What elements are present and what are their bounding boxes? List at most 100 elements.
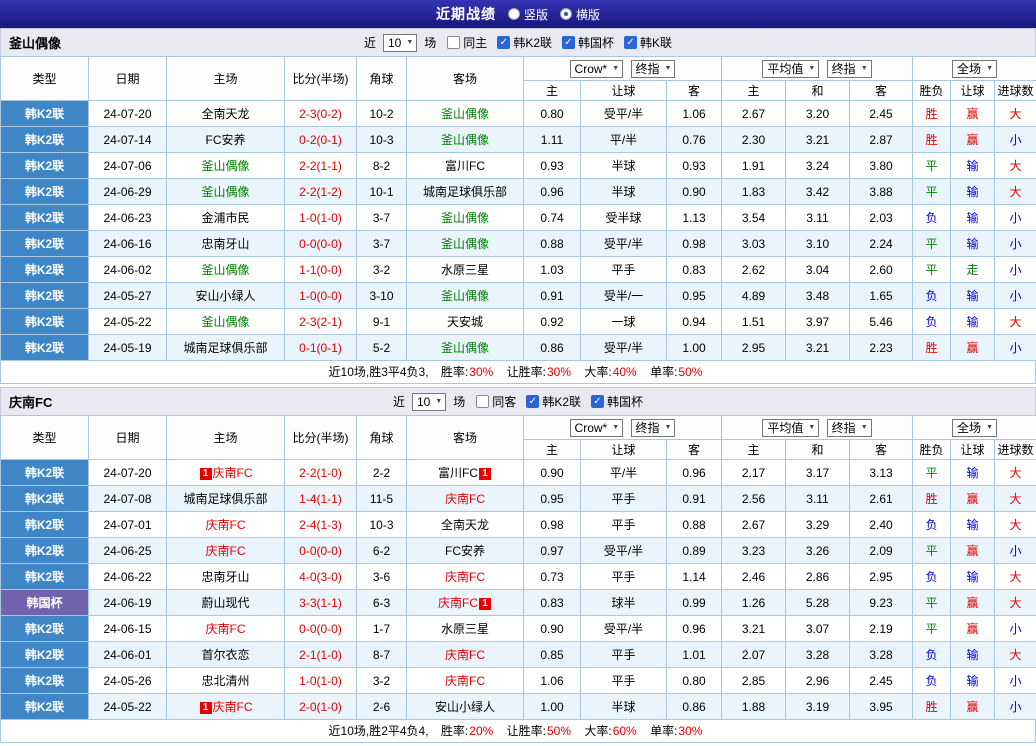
average-select[interactable]: 平均值▼ bbox=[762, 60, 819, 78]
result-cell: 胜 bbox=[913, 101, 951, 127]
avg-home-cell: 2.85 bbox=[722, 668, 786, 694]
red-card-badge: 1 bbox=[479, 598, 491, 610]
league-cell: 韩K2联 bbox=[1, 694, 89, 720]
checkbox-unchecked-icon[interactable] bbox=[447, 36, 460, 49]
average-select-value: 平均值 bbox=[767, 421, 803, 435]
filter-bar: 近 10▼ 场 同主✓韩K2联✓韩国杯✓韩K联 bbox=[364, 34, 672, 52]
col-header-score: 比分(半场) bbox=[285, 57, 357, 101]
avg-away-cell: 3.80 bbox=[850, 153, 913, 179]
match-row: 韩K2联24-07-06釜山偶像2-2(1-1)8-2富川FC0.93半球0.9… bbox=[1, 153, 1036, 179]
filter-checkbox-同客[interactable]: 同客 bbox=[476, 393, 516, 410]
red-card-badge: 1 bbox=[479, 468, 491, 480]
average-select-value: 平均值 bbox=[767, 62, 803, 76]
avg-away-cell: 2.03 bbox=[850, 205, 913, 231]
odds-home-cell: 0.86 bbox=[524, 335, 581, 361]
summary-stat-label: 让胜率: bbox=[507, 365, 546, 379]
filter-checkbox-label: 韩K2联 bbox=[542, 393, 581, 410]
filter-checkbox-韩国杯[interactable]: ✓韩国杯 bbox=[591, 393, 643, 410]
match-count-select[interactable]: 10▼ bbox=[412, 393, 446, 411]
radio-option-vertical[interactable]: 竖版 bbox=[508, 6, 548, 23]
radio-icon[interactable] bbox=[508, 8, 520, 20]
col-header-corner: 角球 bbox=[357, 416, 407, 460]
scope-select[interactable]: 全场▼ bbox=[952, 60, 997, 78]
filter-checkbox-韩国杯[interactable]: ✓韩国杯 bbox=[562, 34, 614, 51]
odds2-final-select[interactable]: 终指▼ bbox=[827, 60, 872, 78]
filter-checkbox-韩K2联[interactable]: ✓韩K2联 bbox=[497, 34, 552, 51]
away-team-name: 釜山偶像 bbox=[441, 133, 489, 147]
match-row: 韩K2联24-06-22忠南牙山4-0(3-0)3-6庆南FC0.73平手1.1… bbox=[1, 564, 1036, 590]
corner-cell: 3-7 bbox=[357, 231, 407, 257]
team-section-busan: 釜山偶像 近 10▼ 场 同主✓韩K2联✓韩国杯✓韩K联 类型 日期 主场 比分… bbox=[0, 28, 1036, 384]
checkbox-checked-icon[interactable]: ✓ bbox=[497, 36, 510, 49]
scope-select[interactable]: 全场▼ bbox=[952, 419, 997, 437]
odds-away-cell: 0.98 bbox=[667, 231, 722, 257]
avg-draw-cell: 3.26 bbox=[786, 538, 850, 564]
match-row: 韩K2联24-07-08城南足球俱乐部1-4(1-1)11-5庆南FC0.95平… bbox=[1, 486, 1036, 512]
score-cell: 2-2(1-0) bbox=[285, 460, 357, 486]
checkbox-checked-icon[interactable]: ✓ bbox=[624, 36, 637, 49]
away-team-cell: 釜山偶像 bbox=[407, 127, 524, 153]
bookmaker-select[interactable]: Crow*▼ bbox=[570, 60, 624, 78]
home-team-name: 金浦市民 bbox=[201, 211, 249, 225]
checkbox-unchecked-icon[interactable] bbox=[476, 395, 489, 408]
odds-handicap-cell: 平手 bbox=[581, 486, 667, 512]
corner-cell: 10-1 bbox=[357, 179, 407, 205]
odds-handicap-cell: 受平/半 bbox=[581, 538, 667, 564]
avg-draw-cell: 3.48 bbox=[786, 283, 850, 309]
home-team-name: 忠南牙山 bbox=[201, 570, 249, 584]
chevron-down-icon: ▼ bbox=[406, 36, 413, 50]
checkbox-checked-icon[interactable]: ✓ bbox=[591, 395, 604, 408]
odds1-final-select[interactable]: 终指▼ bbox=[631, 419, 676, 437]
col-header-away: 客场 bbox=[407, 57, 524, 101]
home-team-cell: 蔚山现代 bbox=[167, 590, 285, 616]
handicap-result-cell: 输 bbox=[951, 205, 995, 231]
checkbox-checked-icon[interactable]: ✓ bbox=[526, 395, 539, 408]
odds-home-cell: 1.11 bbox=[524, 127, 581, 153]
filter-checkbox-韩K联[interactable]: ✓韩K联 bbox=[624, 34, 672, 51]
home-team-name: 忠北清州 bbox=[201, 674, 249, 688]
bookmaker-select-value: Crow* bbox=[575, 62, 608, 76]
goals-result-cell: 小 bbox=[995, 538, 1036, 564]
goals-result-cell: 大 bbox=[995, 153, 1036, 179]
corner-cell: 3-10 bbox=[357, 283, 407, 309]
home-team-cell: 釜山偶像 bbox=[167, 179, 285, 205]
date-cell: 24-07-08 bbox=[89, 486, 167, 512]
filter-options: 同客✓韩K2联✓韩国杯 bbox=[476, 393, 643, 410]
summary-stat: 让胜率:30% bbox=[507, 365, 571, 379]
away-team-cell: 釜山偶像 bbox=[407, 283, 524, 309]
corner-cell: 2-6 bbox=[357, 694, 407, 720]
filter-games-label: 场 bbox=[424, 34, 436, 51]
date-cell: 24-06-25 bbox=[89, 538, 167, 564]
avg-away-cell: 9.23 bbox=[850, 590, 913, 616]
avg-home-cell: 2.56 bbox=[722, 486, 786, 512]
odds-home-cell: 0.83 bbox=[524, 590, 581, 616]
odds1-final-select-value: 终指 bbox=[636, 421, 660, 435]
filter-checkbox-韩K2联[interactable]: ✓韩K2联 bbox=[526, 393, 581, 410]
radio-icon[interactable] bbox=[560, 8, 572, 20]
odds-home-cell: 0.97 bbox=[524, 538, 581, 564]
handicap-result-cell: 赢 bbox=[951, 101, 995, 127]
bookmaker-select[interactable]: Crow*▼ bbox=[570, 419, 624, 437]
filter-checkbox-label: 同主 bbox=[463, 34, 487, 51]
filter-near-label: 近 bbox=[393, 393, 405, 410]
corner-cell: 1-7 bbox=[357, 616, 407, 642]
radio-option-horizontal[interactable]: 横版 bbox=[560, 6, 600, 23]
checkbox-checked-icon[interactable]: ✓ bbox=[562, 36, 575, 49]
odds-home-cell: 1.00 bbox=[524, 694, 581, 720]
odds2-final-select-value: 终指 bbox=[832, 421, 856, 435]
odds2-header: 平均值▼ 终指▼ bbox=[722, 416, 913, 440]
chevron-down-icon: ▼ bbox=[665, 62, 672, 76]
away-team-name: 庆南FC bbox=[445, 570, 485, 584]
away-team-name: 城南足球俱乐部 bbox=[423, 185, 507, 199]
odds-away-cell: 0.76 bbox=[667, 127, 722, 153]
odds2-final-select[interactable]: 终指▼ bbox=[827, 419, 872, 437]
average-select[interactable]: 平均值▼ bbox=[762, 419, 819, 437]
avg-draw-cell: 3.07 bbox=[786, 616, 850, 642]
date-cell: 24-05-22 bbox=[89, 694, 167, 720]
corner-cell: 10-3 bbox=[357, 127, 407, 153]
match-count-select[interactable]: 10▼ bbox=[383, 34, 417, 52]
avg-away-cell: 3.95 bbox=[850, 694, 913, 720]
summary-stat-label: 大率: bbox=[584, 365, 611, 379]
odds1-final-select[interactable]: 终指▼ bbox=[631, 60, 676, 78]
filter-checkbox-同主[interactable]: 同主 bbox=[447, 34, 487, 51]
